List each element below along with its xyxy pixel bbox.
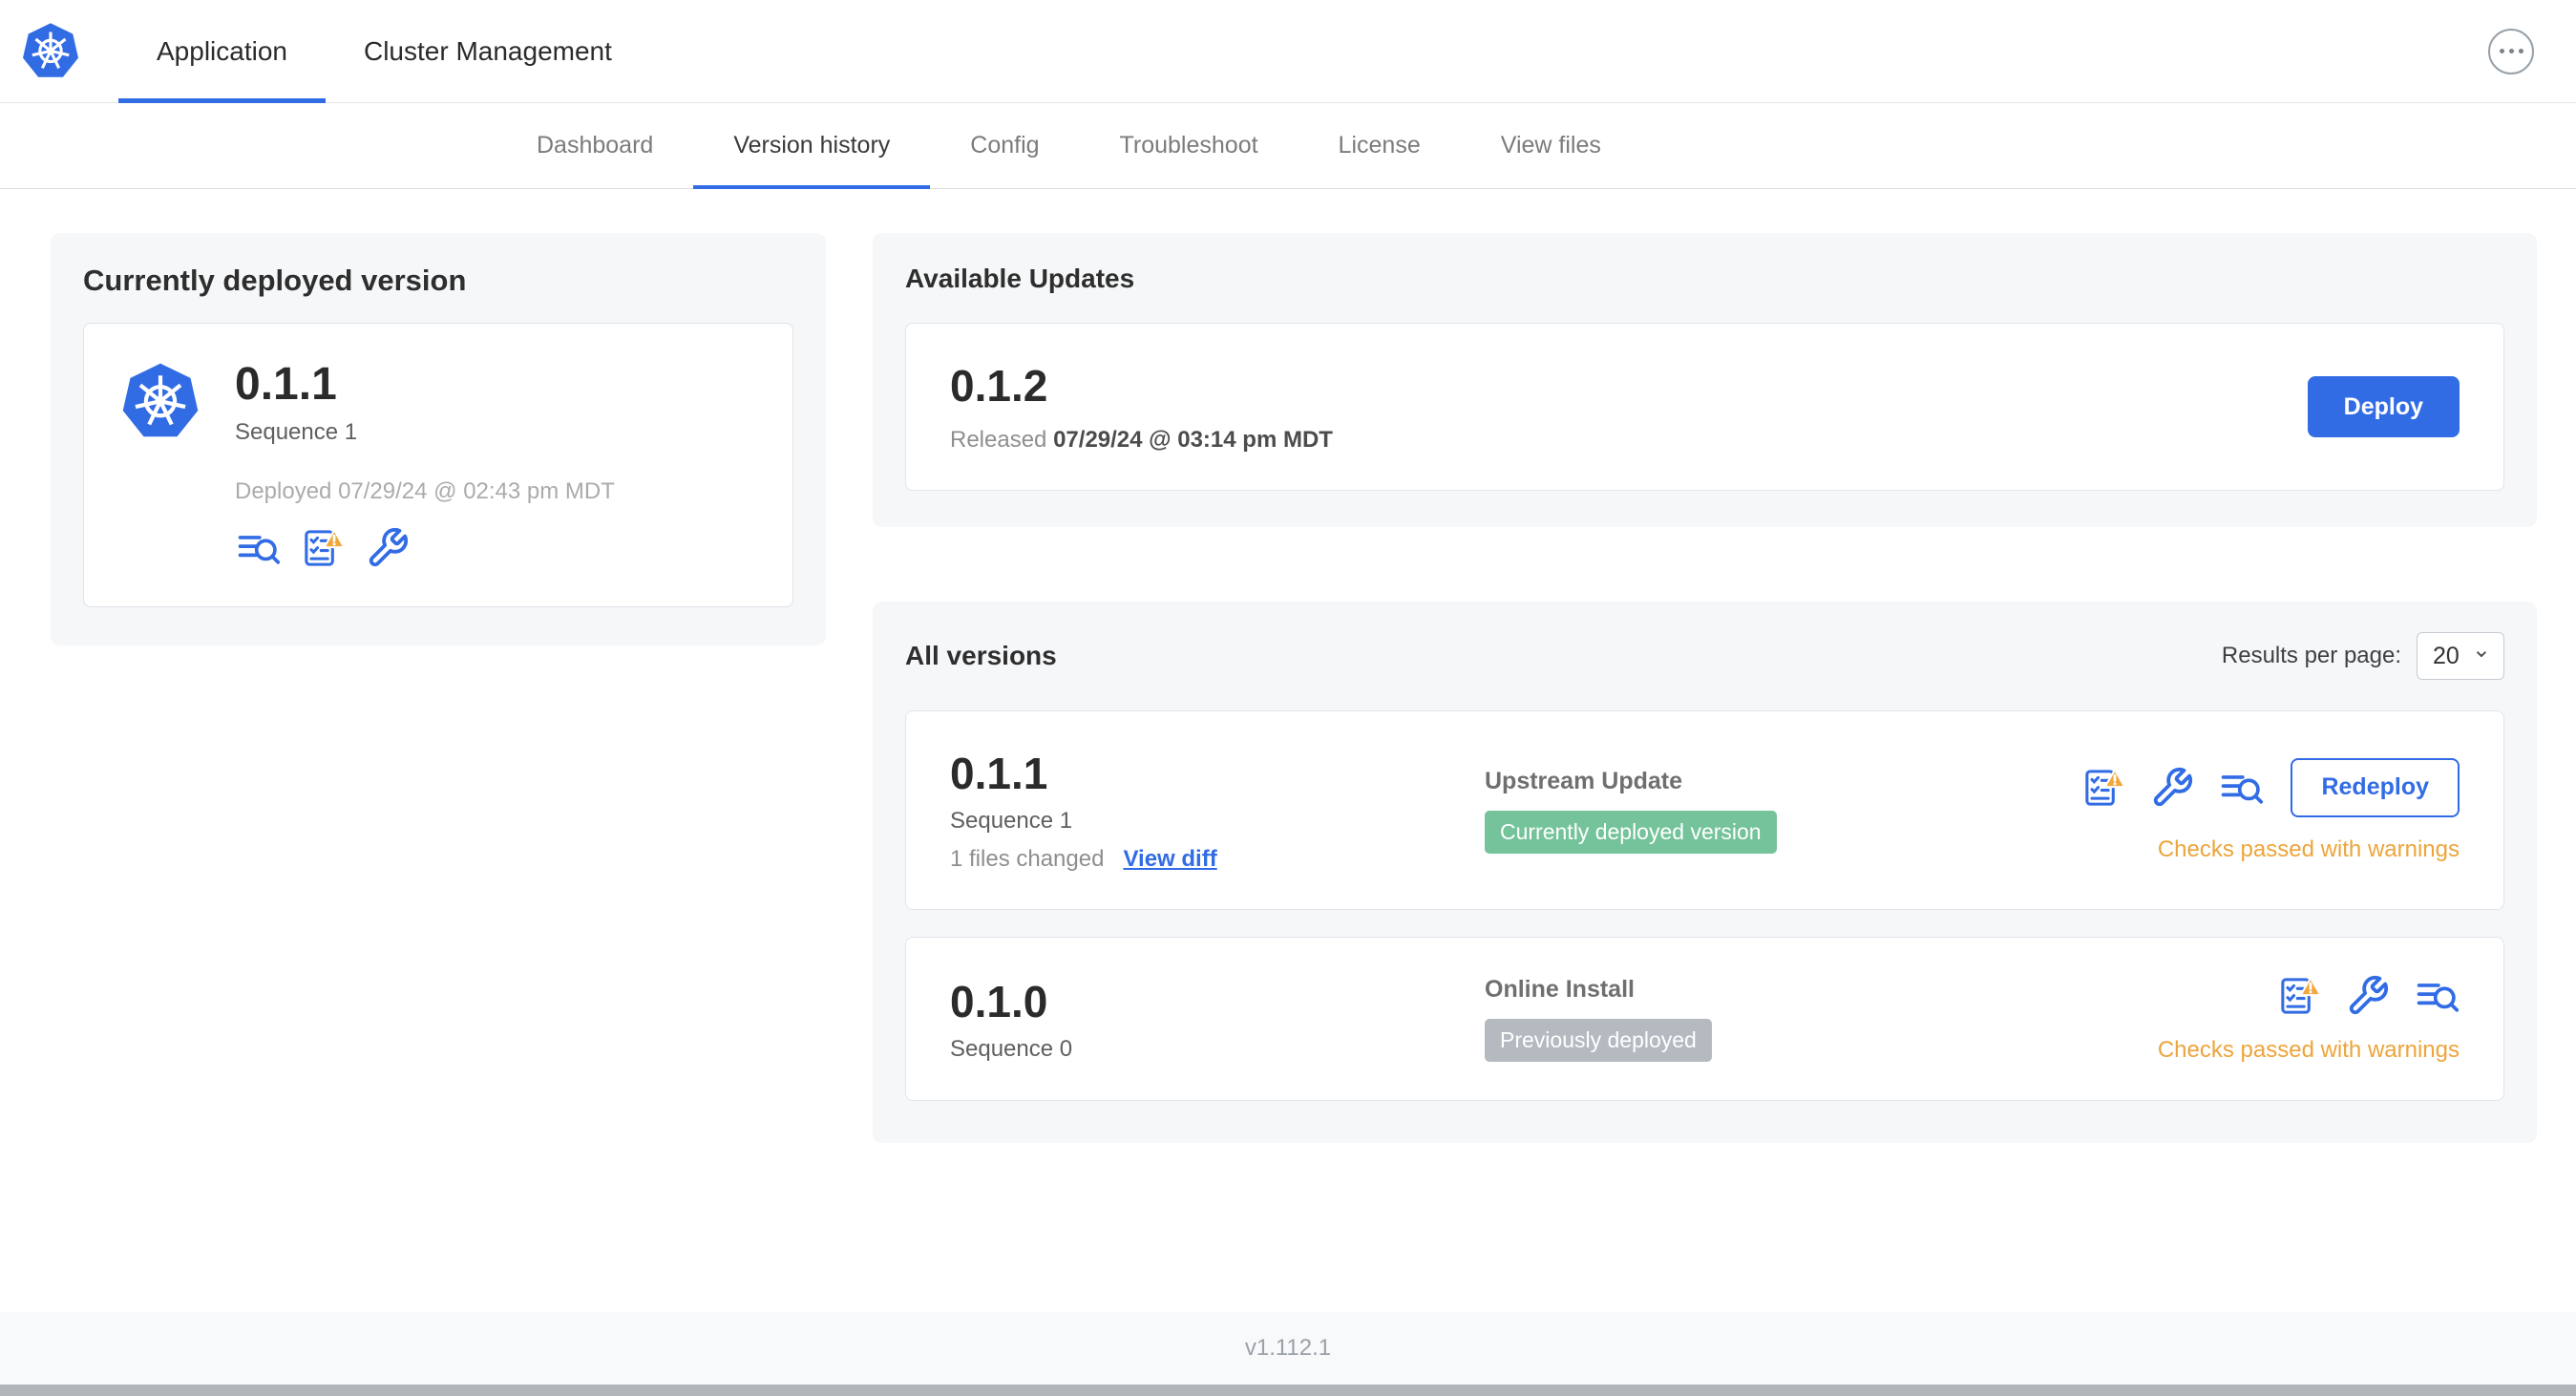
version-row: 0.1.1 Sequence 1 1 files changed View di…: [905, 710, 2504, 910]
kubernetes-logo-icon: [21, 22, 80, 81]
previously-deployed-badge: Previously deployed: [1485, 1019, 1712, 1062]
footer: v1.112.1: [0, 1312, 2576, 1385]
config-wrench-icon[interactable]: [2149, 766, 2195, 810]
available-updates-title: Available Updates: [905, 264, 1135, 293]
config-wrench-icon[interactable]: [2345, 974, 2391, 1018]
tab-cluster-management-label: Cluster Management: [363, 35, 612, 66]
kubernetes-app-icon: [120, 362, 201, 442]
results-per-page: Results per page: 20: [2222, 632, 2504, 680]
current-version-sequence: Sequence 1: [235, 419, 358, 445]
currently-deployed-badge: Currently deployed version: [1485, 810, 1777, 854]
subnav-troubleshoot-label: Troubleshoot: [1119, 132, 1258, 159]
version-rows: 0.1.1 Sequence 1 1 files changed View di…: [905, 710, 2504, 1101]
tab-application[interactable]: Application: [118, 0, 326, 103]
current-version-card: 0.1.1 Sequence 1 Deployed 07/29/24 @ 02:…: [83, 323, 793, 607]
overflow-menu-button[interactable]: [2488, 28, 2534, 74]
subnav-version-history[interactable]: Version history: [693, 103, 931, 189]
subnav-view-files-label: View files: [1500, 132, 1601, 159]
subnav-view-files[interactable]: View files: [1461, 103, 1641, 188]
right-column: Available Updates 0.1.2 Released 07/29/2…: [873, 233, 2537, 1143]
row-source: Upstream Update: [1485, 767, 1682, 794]
config-wrench-icon[interactable]: [365, 526, 411, 570]
results-per-page-label: Results per page:: [2221, 643, 2401, 668]
app-footer-version: v1.112.1: [1244, 1335, 1332, 1361]
ellipsis-icon: [2499, 49, 2504, 53]
all-versions-panel: All versions Results per page: 20 0.1.1 …: [873, 602, 2537, 1143]
all-versions-title: All versions: [905, 641, 1057, 670]
subnav-version-history-label: Version history: [733, 132, 891, 159]
subnav-dashboard[interactable]: Dashboard: [496, 103, 693, 188]
deploy-logs-icon[interactable]: [235, 526, 281, 570]
update-version-number: 0.1.2: [950, 361, 1048, 411]
bottom-edge-strip: [0, 1385, 2576, 1396]
tab-cluster-management[interactable]: Cluster Management: [326, 0, 650, 102]
results-per-page-select-wrap: 20: [2417, 632, 2504, 680]
subnav-config-label: Config: [970, 132, 1040, 159]
row-version-number: 0.1.1: [950, 749, 1048, 798]
subnav-config[interactable]: Config: [930, 103, 1079, 188]
row-sequence: Sequence 0: [950, 1035, 1073, 1062]
released-prefix: Released: [950, 427, 1047, 453]
row-source: Online Install: [1485, 976, 1635, 1003]
redeploy-button[interactable]: Redeploy: [2291, 757, 2460, 817]
app-subnav: Dashboard Version history Config Trouble…: [0, 103, 2576, 189]
row-checks-status: Checks passed with warnings: [2157, 1037, 2460, 1063]
preflight-checks-warning-icon[interactable]: [2080, 766, 2126, 810]
view-diff-link[interactable]: View diff: [1123, 846, 1216, 873]
currently-deployed-title: Currently deployed version: [83, 264, 467, 297]
currently-deployed-panel: Currently deployed version 0.1.1 Sequenc…: [51, 233, 826, 645]
topbar: Application Cluster Management: [0, 0, 2576, 103]
subnav-troubleshoot[interactable]: Troubleshoot: [1080, 103, 1299, 188]
subnav-license-label: License: [1338, 132, 1421, 159]
current-version-number: 0.1.1: [235, 359, 337, 410]
version-row: 0.1.0 Sequence 0 Online Install Previous…: [905, 937, 2504, 1101]
row-files-changed: 1 files changed: [950, 846, 1105, 872]
tab-application-label: Application: [157, 35, 287, 66]
preflight-checks-warning-icon[interactable]: [300, 526, 346, 570]
available-updates-panel: Available Updates 0.1.2 Released 07/29/2…: [873, 233, 2537, 527]
current-version-deployed-date: Deployed 07/29/24 @ 02:43 pm MDT: [235, 478, 615, 504]
deploy-logs-icon[interactable]: [2414, 974, 2460, 1018]
main-content: Currently deployed version 0.1.1 Sequenc…: [0, 189, 2576, 1143]
row-checks-status: Checks passed with warnings: [2157, 835, 2460, 862]
results-per-page-select[interactable]: 20: [2417, 632, 2504, 680]
row-sequence: Sequence 1: [950, 808, 1073, 834]
update-released-line: Released 07/29/24 @ 03:14 pm MDT: [950, 427, 1333, 454]
preflight-checks-warning-icon[interactable]: [2276, 974, 2322, 1018]
deploy-button[interactable]: Deploy: [2307, 376, 2460, 437]
deploy-logs-icon[interactable]: [2218, 766, 2264, 810]
subnav-license[interactable]: License: [1299, 103, 1461, 188]
update-card: 0.1.2 Released 07/29/24 @ 03:14 pm MDT D…: [905, 323, 2504, 491]
subnav-dashboard-label: Dashboard: [537, 132, 654, 159]
row-version-number: 0.1.0: [950, 976, 1048, 1026]
released-date: 07/29/24 @ 03:14 pm MDT: [1053, 427, 1333, 453]
topbar-tabs: Application Cluster Management: [118, 0, 650, 103]
